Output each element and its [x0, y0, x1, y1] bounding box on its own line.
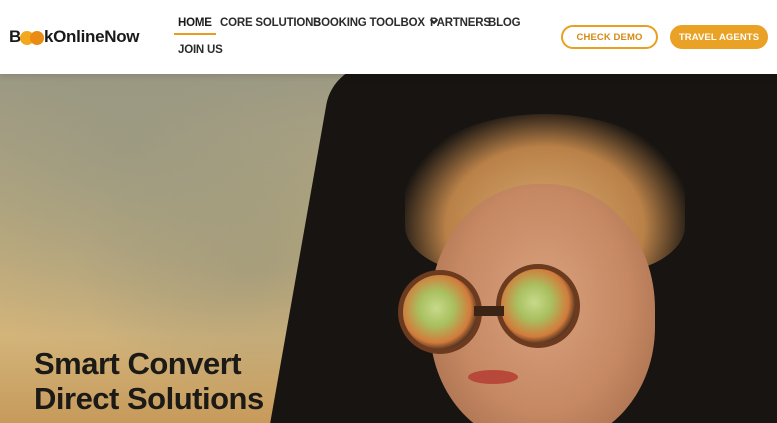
- nav-item-blog[interactable]: BLOG: [488, 17, 521, 29]
- nav-item-core-solutions[interactable]: CORE SOLUTIONS: [220, 17, 321, 29]
- hero-goggle-right: [496, 264, 580, 348]
- nav-item-booking-toolbox[interactable]: BOOKING TOOLBOX: [313, 15, 439, 29]
- hero-title-line-2: Direct Solutions: [34, 381, 264, 416]
- bookonlinenow-logo[interactable]: B kOnlineNow: [9, 27, 140, 47]
- nav-item-partners[interactable]: PARTNERS: [430, 17, 491, 29]
- hero-title-line-1: Smart Convert: [34, 346, 242, 381]
- nav-item-home[interactable]: HOME: [174, 17, 216, 35]
- hero-child-mouth: [468, 370, 518, 384]
- nav-item-booking-toolbox-label: BOOKING TOOLBOX: [313, 17, 425, 29]
- hero-goggle-bridge: [474, 306, 504, 316]
- site-header: B kOnlineNow HOME CORE SOLUTIONS BOOKING…: [0, 0, 777, 74]
- hero-goggle-left: [398, 270, 482, 354]
- nav-item-join-us[interactable]: JOIN US: [178, 44, 223, 56]
- logo-ring-icon: [29, 31, 44, 45]
- hero-banner: Smart Convert Direct Solutions: [0, 74, 777, 423]
- hero-title: Smart Convert Direct Solutions: [34, 346, 264, 416]
- check-demo-button[interactable]: CHECK DEMO: [561, 25, 658, 49]
- logo-text-suffix: kOnlineNow: [43, 27, 140, 46]
- travel-agents-button[interactable]: TRAVEL AGENTS: [670, 25, 768, 49]
